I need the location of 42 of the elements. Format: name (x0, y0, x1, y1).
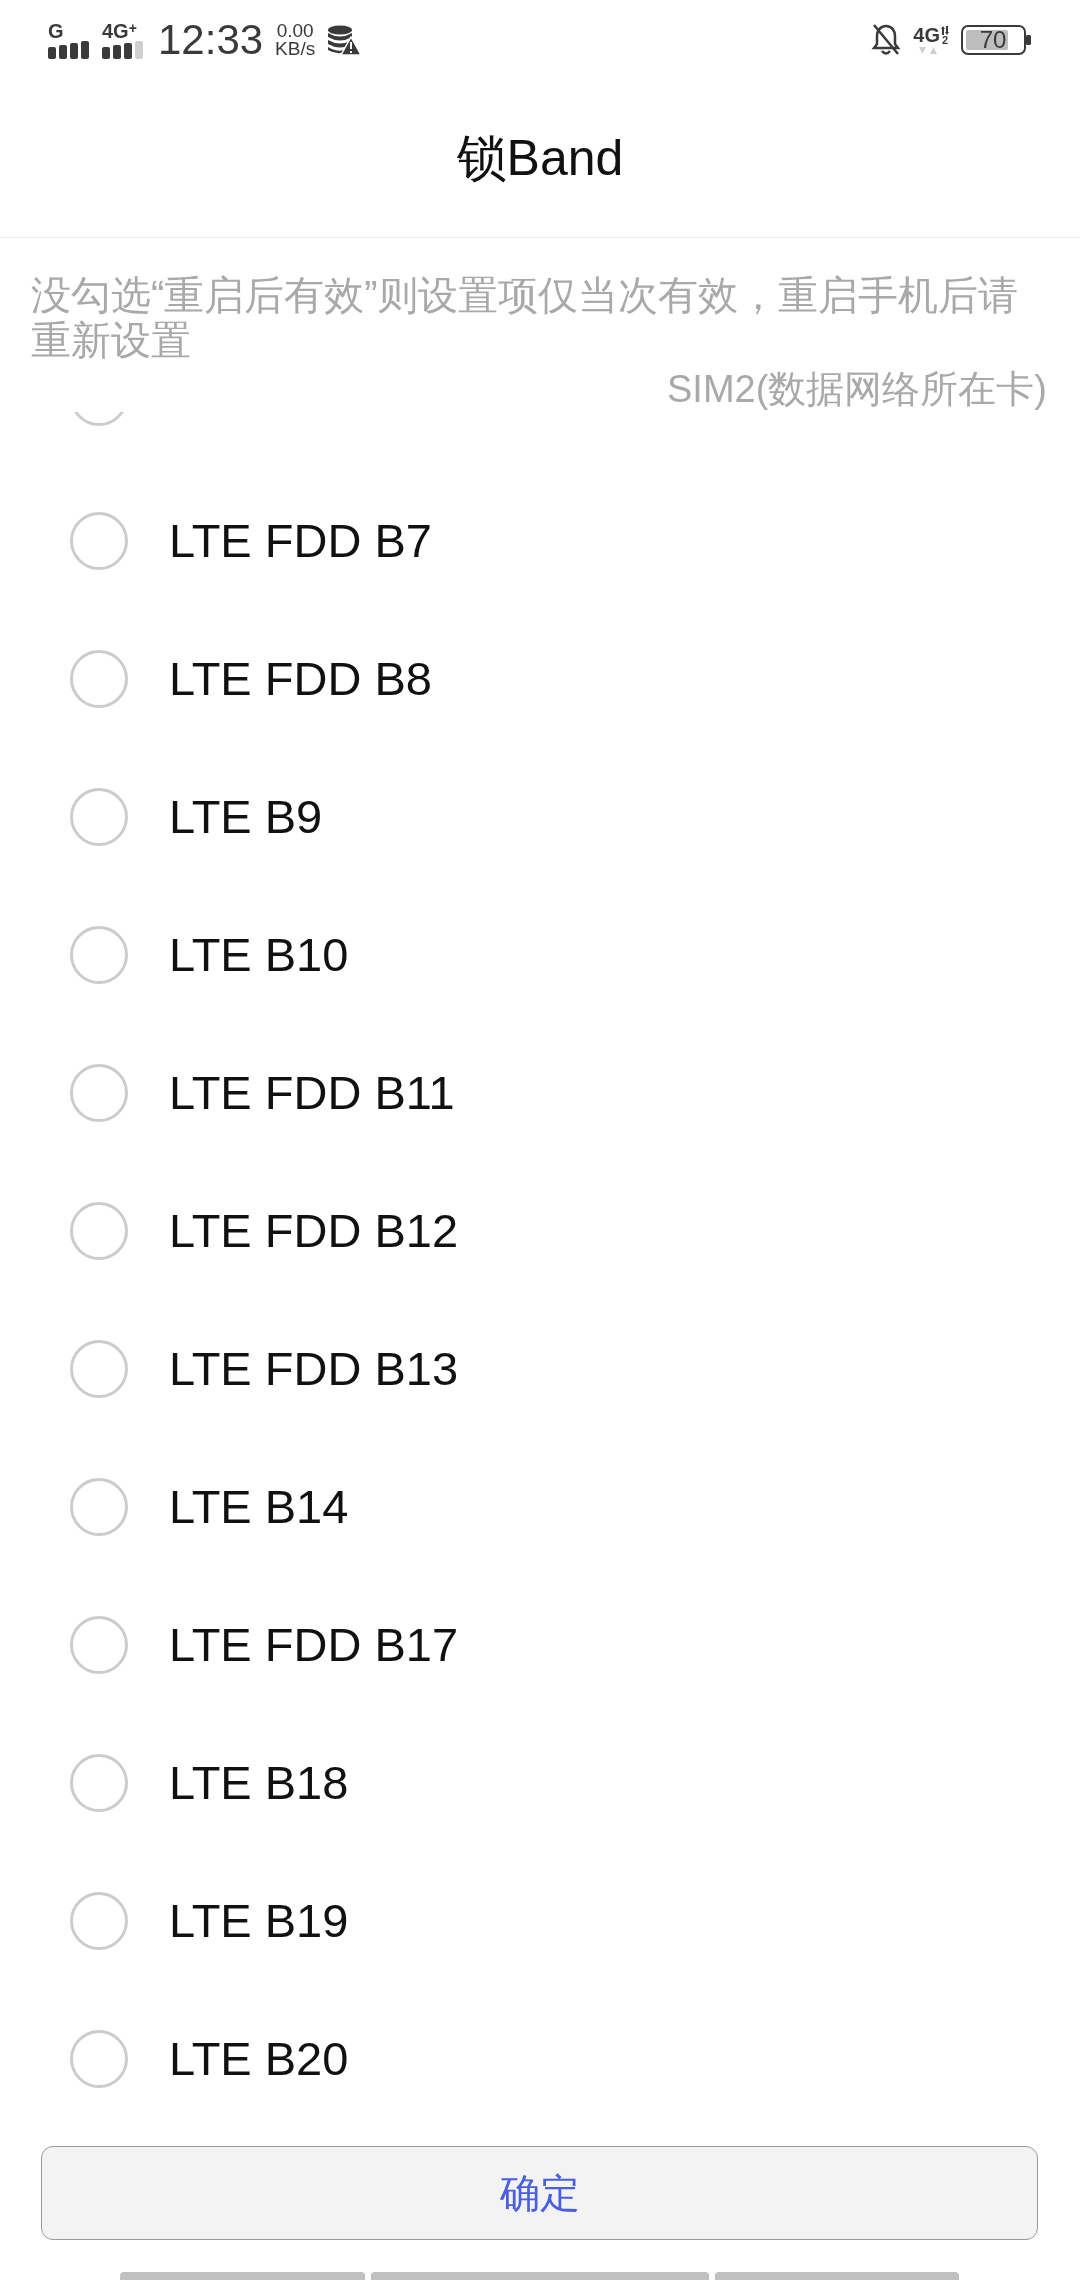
radio-button-icon[interactable] (70, 1340, 128, 1398)
band-label[interactable]: LTE FDD B17 (169, 1617, 459, 1673)
radio-button-icon[interactable] (70, 1478, 128, 1536)
battery-indicator: 70 (961, 25, 1032, 55)
radio-button-icon[interactable] (70, 926, 128, 984)
band-label[interactable]: LTE B19 (169, 1893, 349, 1949)
band-label[interactable]: LTE FDD B11 (169, 1065, 455, 1121)
radio-button-icon[interactable] (70, 1064, 128, 1122)
radio-button-icon[interactable] (70, 1202, 128, 1260)
speed-unit-text: KB/s (275, 40, 316, 58)
band-label[interactable]: LTE FDD B7 (169, 513, 432, 569)
band-label[interactable]: LTE B20 (169, 2031, 349, 2087)
radio-button-icon[interactable] (70, 2030, 128, 2088)
clock-text: 12:33 (158, 17, 264, 63)
network-type-text: G (48, 21, 64, 40)
network-type-text: 4G (913, 25, 940, 44)
radio-button-icon[interactable] (70, 1754, 128, 1812)
band-label[interactable]: LTE B10 (169, 927, 349, 983)
signal-icon (48, 40, 90, 59)
network-type-text: 4G$^{+}$ (102, 21, 137, 40)
radio-button-icon[interactable] (70, 650, 128, 708)
network-speed-text: 0.00 (276, 22, 314, 40)
sim-number-text: 2 (941, 34, 949, 45)
database-warning-icon (327, 24, 362, 56)
band-label[interactable]: LTE B9 (169, 789, 323, 845)
bell-off-icon (871, 23, 902, 57)
signal-icon (102, 40, 144, 59)
radio-button-icon[interactable] (70, 1616, 128, 1674)
band-label[interactable]: LTE B14 (169, 1479, 349, 1535)
band-label[interactable]: LTE FDD B8 (169, 651, 432, 707)
sim-card-label: SIM2(数据网络所在卡) (666, 367, 1047, 412)
page-title: 锁Band (456, 129, 624, 188)
data-activity-icon (919, 46, 938, 55)
confirm-button[interactable]: 确定 (41, 2146, 1038, 2240)
radio-button-icon[interactable] (70, 1892, 128, 1950)
band-label[interactable]: LTE FDD B12 (169, 1203, 459, 1259)
band-label[interactable]: LTE B18 (169, 1755, 349, 1811)
notice-text: 没勾选“重启后有效”则设置项仅当次有效，重启手机后请重新设置 (31, 273, 1019, 363)
up-down-arrow-icon (941, 25, 949, 35)
band-label[interactable]: LTE FDD B13 (169, 1341, 459, 1397)
radio-button-icon[interactable] (70, 512, 128, 570)
radio-button-icon[interactable] (70, 788, 128, 846)
